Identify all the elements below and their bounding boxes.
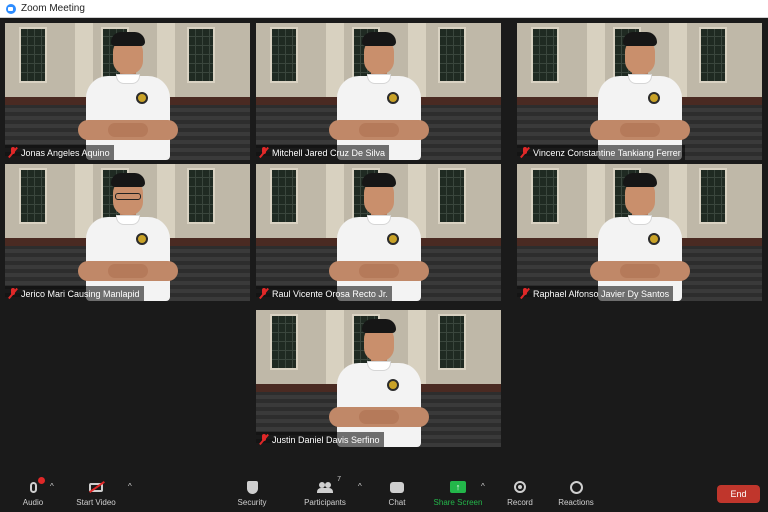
video-tile[interactable]: Vincenz Constantine Tankiang Ferrer xyxy=(517,23,762,160)
gallery-view: Jonas Angeles Aquino Mitchell Jared Cruz… xyxy=(0,18,768,474)
camera-off-icon xyxy=(86,478,106,496)
participant-video xyxy=(327,28,431,160)
participants-label: Participants xyxy=(304,498,346,507)
caret-up-icon[interactable]: ^ xyxy=(481,482,485,491)
school-emblem-icon xyxy=(647,92,660,104)
reactions-label: Reactions xyxy=(558,498,594,507)
participants-button[interactable]: 7 Participants xyxy=(292,476,358,507)
caret-up-icon[interactable]: ^ xyxy=(50,482,54,491)
end-meeting-button[interactable]: End xyxy=(717,485,760,503)
record-icon xyxy=(510,478,530,496)
school-emblem-icon xyxy=(135,92,148,104)
participant-name: Raphael Alfonso Javier Dy Santos xyxy=(533,288,670,299)
mic-muted-icon xyxy=(259,434,269,445)
shield-icon xyxy=(242,478,262,496)
participant-video xyxy=(327,315,431,447)
window-titlebar: Zoom Meeting xyxy=(0,0,768,18)
reactions-icon xyxy=(566,478,586,496)
start-video-button[interactable]: Start Video xyxy=(63,478,129,507)
school-emblem-icon xyxy=(647,233,660,245)
reactions-button[interactable]: Reactions xyxy=(543,478,609,507)
video-tile[interactable]: Jonas Angeles Aquino xyxy=(5,23,250,160)
audio-button[interactable]: Audio xyxy=(0,477,66,507)
video-tile[interactable]: Mitchell Jared Cruz De Silva xyxy=(256,23,501,160)
school-emblem-icon xyxy=(135,233,148,245)
security-label: Security xyxy=(237,498,267,507)
start-video-label: Start Video xyxy=(76,498,116,507)
participant-video xyxy=(76,28,180,160)
participant-name: Justin Daniel Davis Serfino xyxy=(272,434,380,445)
participants-icon: 7 xyxy=(315,476,341,496)
school-emblem-icon xyxy=(386,92,399,104)
participant-name-tag: Jonas Angeles Aquino xyxy=(5,145,114,160)
share-screen-label: Share Screen xyxy=(433,498,483,507)
caret-up-icon[interactable]: ^ xyxy=(358,482,362,491)
participants-count: 7 xyxy=(337,476,341,483)
mic-muted-icon xyxy=(520,288,530,299)
mic-muted-icon xyxy=(259,147,269,158)
share-screen-icon: ↑ xyxy=(448,478,468,496)
participant-video xyxy=(76,169,180,301)
zoom-logo-icon xyxy=(6,3,16,14)
participant-video xyxy=(327,169,431,301)
record-label: Record xyxy=(507,498,533,507)
mic-muted-icon xyxy=(259,288,269,299)
chat-label: Chat xyxy=(388,498,406,507)
participant-name-tag: Vincenz Constantine Tankiang Ferrer xyxy=(517,145,685,160)
video-tile[interactable]: Raphael Alfonso Javier Dy Santos xyxy=(517,164,762,301)
participant-name-tag: Justin Daniel Davis Serfino xyxy=(256,432,384,447)
school-emblem-icon xyxy=(386,379,399,391)
participant-name-tag: Raul Vicente Orosa Recto Jr. xyxy=(256,286,392,301)
participant-name: Vincenz Constantine Tankiang Ferrer xyxy=(533,147,681,158)
participant-name: Jonas Angeles Aquino xyxy=(21,147,110,158)
mic-muted-icon xyxy=(520,147,530,158)
alert-dot-icon xyxy=(38,477,45,484)
mic-muted-icon xyxy=(8,288,18,299)
video-tile[interactable]: Jerico Mari Causing Manlapid xyxy=(5,164,250,301)
school-emblem-icon xyxy=(386,233,399,245)
participant-name-tag: Raphael Alfonso Javier Dy Santos xyxy=(517,286,674,301)
participant-name: Mitchell Jared Cruz De Silva xyxy=(272,147,386,158)
participant-name-tag: Jerico Mari Causing Manlapid xyxy=(5,286,144,301)
caret-up-icon[interactable]: ^ xyxy=(128,482,132,491)
video-tile[interactable]: Justin Daniel Davis Serfino xyxy=(256,310,501,447)
participant-name-tag: Mitchell Jared Cruz De Silva xyxy=(256,145,390,160)
mic-muted-icon xyxy=(8,147,18,158)
chat-bubble-icon xyxy=(387,478,407,496)
window-title: Zoom Meeting xyxy=(21,3,85,14)
chat-button[interactable]: Chat xyxy=(364,478,430,507)
audio-label: Audio xyxy=(22,498,44,507)
participant-video xyxy=(588,28,692,160)
participant-name: Jerico Mari Causing Manlapid xyxy=(21,288,140,299)
video-tile[interactable]: Raul Vicente Orosa Recto Jr. xyxy=(256,164,501,301)
meeting-controls: Audio ^ Start Video ^ Security 7 Partici… xyxy=(0,474,768,512)
security-button[interactable]: Security xyxy=(219,478,285,507)
participant-name: Raul Vicente Orosa Recto Jr. xyxy=(272,288,388,299)
microphone-icon xyxy=(23,477,45,496)
participant-video xyxy=(588,169,692,301)
